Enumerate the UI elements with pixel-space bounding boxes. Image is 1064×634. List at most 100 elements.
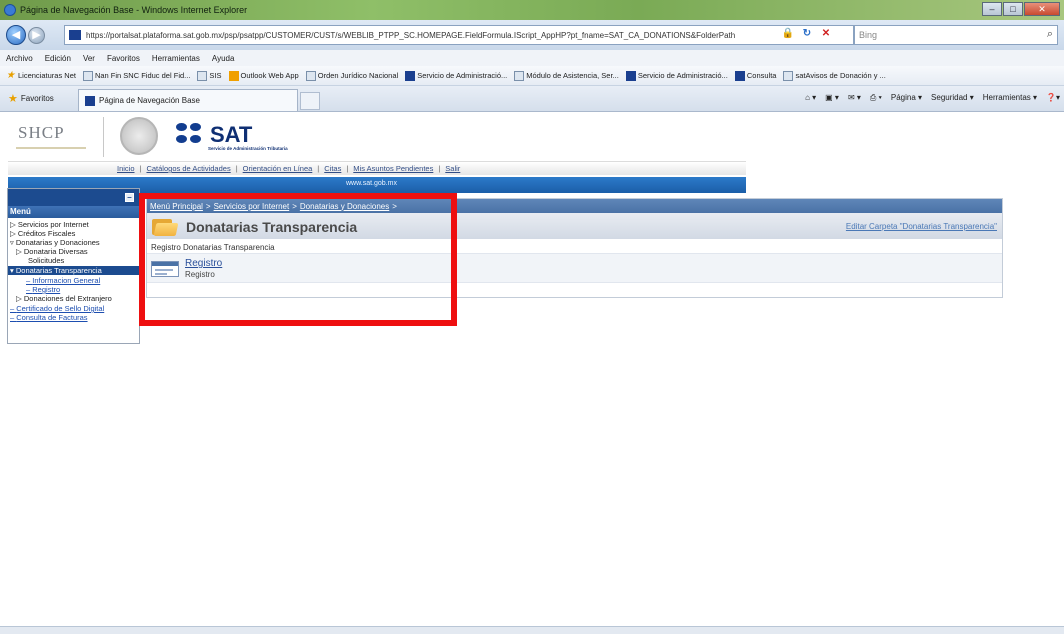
- link-outlook[interactable]: Outlook Web App: [228, 70, 299, 81]
- shcp-underline: [16, 147, 86, 149]
- link-licenciaturas[interactable]: ★ Licenciaturas Net: [6, 70, 76, 81]
- section-label: Registro Donatarias Transparencia: [151, 243, 275, 252]
- menu-archivo[interactable]: Archivo: [6, 54, 33, 63]
- window-title: Página de Navegación Base - Windows Inte…: [20, 5, 248, 15]
- sidebar-item-donataria-diversas[interactable]: ▷ Donataria Diversas: [16, 247, 88, 256]
- sidebar-item-informacion[interactable]: – Informacion General: [26, 276, 100, 285]
- sidebar-item-solicitudes[interactable]: Solicitudes: [28, 256, 64, 265]
- outlook-icon: [228, 70, 239, 81]
- collapse-icon[interactable]: –: [125, 193, 134, 202]
- page-header: Donatarias Transparencia Editar Carpeta …: [147, 213, 1002, 239]
- sidebar-item-certificado[interactable]: – Certificado de Sello Digital: [10, 304, 104, 313]
- back-button[interactable]: ◀: [6, 25, 26, 45]
- page-icon: [82, 70, 93, 81]
- new-tab-button[interactable]: [300, 92, 320, 110]
- sidebar-item-transparencia[interactable]: ▾ Donatarias Transparencia: [8, 266, 139, 275]
- sidebar-item-donaciones-extranjero[interactable]: ▷ Donaciones del Extranjero: [16, 294, 112, 303]
- menu-ver[interactable]: Ver: [83, 54, 95, 63]
- url-text: https://portalsat.plataforma.sat.gob.mx/…: [86, 30, 736, 40]
- link-servicio-admin-2[interactable]: Servicio de Administració...: [625, 70, 728, 81]
- sidebar-item-creditos[interactable]: ▷ Créditos Fiscales: [10, 229, 75, 238]
- link-modulo-asistencia[interactable]: Módulo de Asistencia, Ser...: [514, 70, 619, 81]
- favorites-button[interactable]: ★ Favoritos: [8, 92, 54, 105]
- sidebar-top-bar: –: [8, 189, 139, 206]
- nav-inicio[interactable]: Inicio: [117, 164, 135, 173]
- nav-salir[interactable]: Salir: [445, 164, 460, 173]
- page-title: Donatarias Transparencia: [186, 219, 358, 235]
- link-orden-juridico[interactable]: Orden Jurídico Nacional: [305, 70, 398, 81]
- list-item: Registro Registro: [147, 253, 1002, 283]
- sidebar-menu: – Menú ▷ Servicios por Internet ▷ Crédit…: [7, 188, 140, 344]
- shcp-logo: SHCP: [18, 123, 65, 142]
- home-icon[interactable]: ⌂ ▾: [805, 93, 816, 103]
- link-nafin[interactable]: Nan Fin SNC Fiduc del Fid...: [82, 70, 190, 81]
- favorites-star-icon: ★: [8, 93, 18, 105]
- help-icon[interactable]: ❓▾: [1046, 93, 1060, 103]
- menu-ayuda[interactable]: Ayuda: [212, 54, 235, 63]
- search-input[interactable]: Bing ⌕: [854, 25, 1058, 45]
- menu-herramientas[interactable]: Herramientas: [152, 54, 200, 63]
- registro-description: Registro: [185, 270, 215, 279]
- form-document-icon[interactable]: [151, 261, 179, 277]
- search-icon[interactable]: ⌕: [1047, 28, 1053, 41]
- tab-current[interactable]: Página de Navegación Base: [78, 89, 298, 111]
- feeds-icon[interactable]: ▣ ▾: [825, 93, 839, 103]
- nav-asuntos-pendientes[interactable]: Mis Asuntos Pendientes: [353, 164, 433, 173]
- sat-icon: [625, 70, 636, 81]
- nav-orientacion[interactable]: Orientación en Línea: [243, 164, 313, 173]
- page-icon: [305, 70, 316, 81]
- sat-icon: [405, 70, 416, 81]
- url-input[interactable]: https://portalsat.plataforma.sat.gob.mx/…: [64, 25, 854, 45]
- sidebar-item-donatarias[interactable]: ▿ Donatarias y Donaciones: [10, 238, 100, 247]
- sat-subtitle: Servicio de Administración Tributaria: [208, 146, 288, 151]
- breadcrumb-servicios[interactable]: Servicios por Internet: [214, 202, 290, 211]
- search-placeholder: Bing: [859, 30, 878, 40]
- lock-icon[interactable]: 🔒: [780, 24, 796, 44]
- page-menu[interactable]: Página ▾: [891, 93, 922, 103]
- sidebar-item-consulta-facturas[interactable]: – Consulta de Facturas: [10, 313, 88, 322]
- browser-window: Página de Navegación Base - Windows Inte…: [0, 0, 1064, 634]
- sidebar-item-registro[interactable]: – Registro: [26, 285, 60, 294]
- forward-button[interactable]: ▶: [28, 26, 45, 44]
- tab-bar: ★ Favoritos Página de Navegación Base ⌂ …: [0, 86, 1064, 112]
- breadcrumb-donatarias[interactable]: Donatarias y Donaciones: [300, 202, 389, 211]
- refresh-icon[interactable]: ↻: [799, 24, 815, 44]
- address-bar: ◀ ▶ https://portalsat.plataforma.sat.gob…: [0, 20, 1064, 50]
- command-bar: ⌂ ▾ ▣ ▾ ✉ ▾ ⎙ ▾ Página ▾ Seguridad ▾ Her…: [805, 93, 1060, 103]
- mail-icon[interactable]: ✉ ▾: [848, 93, 861, 103]
- link-sis[interactable]: SIS: [197, 70, 222, 81]
- menu-edicion[interactable]: Edición: [45, 54, 71, 63]
- sat-wordmark: SAT: [210, 122, 253, 147]
- main-content: Menú Principal > Servicios por Internet > …: [146, 198, 1003, 298]
- national-seal-icon: [120, 117, 158, 155]
- address-tools: 🔒 ↻ ✕: [780, 24, 834, 44]
- link-consulta[interactable]: Consulta: [734, 70, 776, 81]
- site-header: SHCP SAT Servicio de Administración Trib…: [8, 113, 746, 161]
- sat-dots-icon: [176, 123, 206, 147]
- page-icon: [783, 70, 794, 81]
- menu-favoritos[interactable]: Favoritos: [107, 54, 140, 63]
- maximize-button[interactable]: □: [1003, 2, 1023, 16]
- page-icon: [197, 70, 208, 81]
- ie-logo-icon: [4, 4, 16, 16]
- print-icon[interactable]: ⎙ ▾: [870, 93, 882, 103]
- breadcrumb-menu-principal[interactable]: Menú Principal: [150, 202, 203, 211]
- header-divider: [103, 117, 104, 157]
- security-menu[interactable]: Seguridad ▾: [931, 93, 974, 103]
- edit-folder-link[interactable]: Editar Carpeta "Donatarias Transparencia…: [846, 222, 997, 231]
- link-servicio-admin-1[interactable]: Servicio de Administració...: [405, 70, 507, 81]
- close-button[interactable]: ✕: [1024, 2, 1060, 16]
- link-sat-avisos[interactable]: satAvisos de Donación y ...: [783, 70, 886, 81]
- nav-citas[interactable]: Citas: [324, 164, 341, 173]
- site-favicon-icon: [69, 30, 81, 40]
- sat-logo: SAT: [176, 123, 252, 147]
- sat-favicon-icon: [85, 95, 95, 106]
- sidebar-item-servicios[interactable]: ▷ Servicios por Internet: [10, 220, 89, 229]
- title-bar: Página de Navegación Base - Windows Inte…: [0, 0, 1064, 20]
- minimize-button[interactable]: –: [982, 2, 1002, 16]
- registro-link[interactable]: Registro: [185, 258, 222, 269]
- stop-icon[interactable]: ✕: [818, 24, 834, 44]
- tools-menu[interactable]: Herramientas ▾: [983, 93, 1037, 103]
- folder-icon: [152, 217, 179, 237]
- nav-catalogos[interactable]: Catálogos de Actividades: [146, 164, 230, 173]
